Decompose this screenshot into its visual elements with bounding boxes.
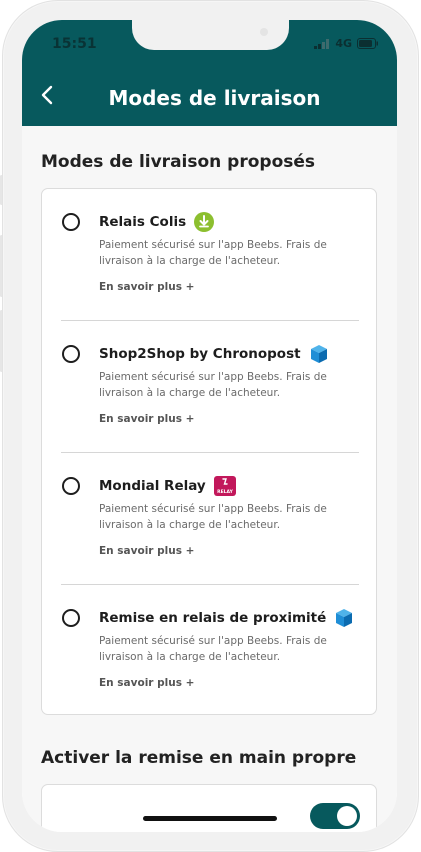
radio-relais-colis[interactable] bbox=[62, 213, 80, 231]
option-title: Shop2Shop by Chronopost bbox=[99, 344, 329, 364]
relais-colis-download-icon bbox=[194, 212, 215, 232]
front-camera bbox=[260, 28, 268, 36]
toggle-knob bbox=[337, 806, 357, 826]
page-title: Modes de livraison bbox=[108, 86, 321, 110]
divider bbox=[61, 584, 359, 585]
content-area: Modes de livraison proposés Relais Colis… bbox=[22, 126, 397, 832]
chronopost-box-icon bbox=[310, 345, 327, 363]
option-description: Paiement sécurisé sur l'app Beebs. Frais… bbox=[99, 371, 327, 399]
option-title: Mondial Relay RELAY bbox=[99, 476, 236, 496]
option-description: Paiement sécurisé sur l'app Beebs. Frais… bbox=[99, 503, 327, 531]
option-title: Relais Colis bbox=[99, 212, 215, 232]
radio-mondial-relay[interactable] bbox=[62, 477, 80, 495]
relay-box-icon bbox=[336, 609, 353, 627]
mondial-relay-logo-icon: RELAY bbox=[213, 476, 236, 496]
option-label: Relais Colis bbox=[99, 214, 187, 230]
option-description: Paiement sécurisé sur l'app Beebs. Frais… bbox=[99, 635, 327, 663]
section-title-hand-delivery: Activer la remise en main propre bbox=[41, 748, 357, 768]
battery-icon bbox=[357, 38, 378, 49]
radio-relais-proximite[interactable] bbox=[62, 609, 80, 627]
radio-shop2shop[interactable] bbox=[62, 345, 80, 363]
option-label: Shop2Shop by Chronopost bbox=[99, 346, 301, 362]
divider bbox=[61, 320, 359, 321]
learn-more-link[interactable]: En savoir plus + bbox=[99, 677, 194, 689]
learn-more-link[interactable]: En savoir plus + bbox=[99, 281, 194, 293]
app-header: 15:51 4G Modes de livraison bbox=[22, 20, 397, 126]
hand-delivery-card bbox=[41, 784, 377, 832]
hand-delivery-toggle[interactable] bbox=[310, 803, 360, 829]
learn-more-link[interactable]: En savoir plus + bbox=[99, 545, 194, 557]
signal-icon bbox=[314, 38, 330, 49]
option-description: Paiement sécurisé sur l'app Beebs. Frais… bbox=[99, 239, 327, 267]
option-label: Remise en relais de proximité bbox=[99, 610, 327, 626]
learn-more-link[interactable]: En savoir plus + bbox=[99, 413, 194, 425]
network-label: 4G bbox=[335, 37, 352, 50]
option-title: Remise en relais de proximité bbox=[99, 608, 354, 628]
divider bbox=[61, 452, 359, 453]
option-label: Mondial Relay bbox=[99, 478, 206, 494]
notch bbox=[132, 20, 289, 50]
delivery-options-card: Relais Colis Paiement sécurisé sur l'app… bbox=[41, 188, 377, 715]
mondial-logo-text: RELAY bbox=[217, 489, 233, 495]
app-screen: 15:51 4G Modes de livraison Modes de liv… bbox=[22, 20, 397, 832]
status-indicators: 4G bbox=[314, 37, 379, 50]
section-title-delivery-modes: Modes de livraison proposés bbox=[41, 152, 316, 172]
status-time: 15:51 bbox=[52, 36, 97, 52]
home-indicator[interactable] bbox=[143, 816, 277, 821]
